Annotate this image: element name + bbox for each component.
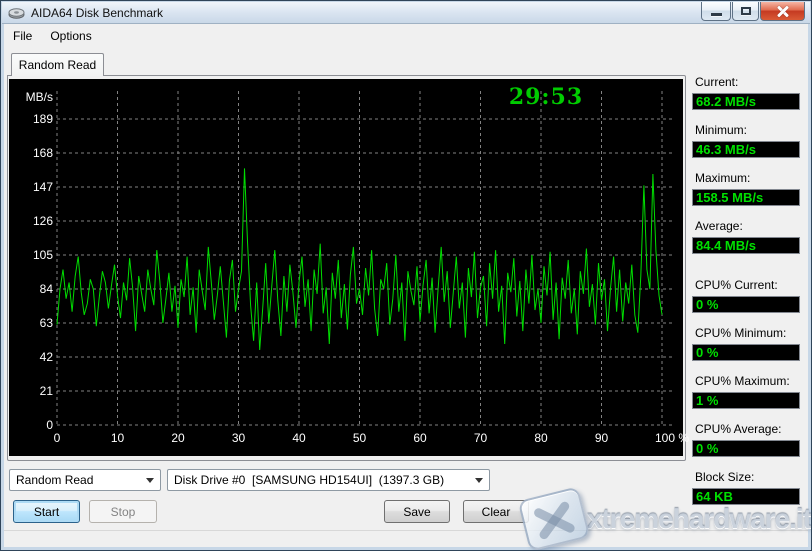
- chevron-down-icon: [146, 478, 154, 483]
- x-tick-label: 70: [451, 431, 511, 445]
- y-tick-label: 84: [9, 282, 53, 296]
- window-title: AIDA64 Disk Benchmark: [31, 6, 163, 20]
- y-tick-label: 126: [9, 214, 53, 228]
- stat-value-block-size: 64 KB: [692, 488, 800, 505]
- clear-button[interactable]: Clear: [463, 500, 529, 523]
- stat-label-cpu-maximum: CPU% Maximum:: [695, 374, 790, 388]
- y-tick-label: 21: [9, 384, 53, 398]
- stat-label-block-size: Block Size:: [695, 470, 754, 484]
- tab-label: Random Read: [19, 58, 96, 72]
- disk-drive-value: Disk Drive #0 [SAMSUNG HD154UI] (1397.3 …: [174, 473, 444, 487]
- x-tick-label: 90: [572, 431, 632, 445]
- tab-random-read[interactable]: Random Read: [11, 53, 104, 76]
- stat-label-average: Average:: [695, 219, 743, 233]
- y-tick-label: 105: [9, 248, 53, 262]
- x-tick-label: 0: [27, 431, 87, 445]
- stat-label-maximum: Maximum:: [695, 171, 750, 185]
- x-tick-label: 50: [330, 431, 390, 445]
- elapsed-time: 29:53: [501, 84, 591, 110]
- stat-value-cpu-minimum: 0 %: [692, 344, 800, 361]
- x-tick-label: 20: [148, 431, 208, 445]
- stat-label-cpu-minimum: CPU% Minimum:: [695, 326, 786, 340]
- benchmark-type-value: Random Read: [16, 473, 93, 487]
- titlebar[interactable]: AIDA64 Disk Benchmark: [2, 2, 810, 24]
- y-tick-label: 189: [9, 112, 53, 126]
- menubar: File Options: [4, 25, 808, 47]
- y-tick-label: 147: [9, 180, 53, 194]
- stat-label-cpu-current: CPU% Current:: [695, 278, 778, 292]
- x-tick-label: 60: [390, 431, 450, 445]
- stat-label-cpu-average: CPU% Average:: [695, 422, 782, 436]
- stat-value-average: 84.4 MB/s: [692, 237, 800, 254]
- start-button[interactable]: Start: [13, 500, 80, 523]
- x-tick-label: 40: [269, 431, 329, 445]
- x-tick-label: 10: [88, 431, 148, 445]
- y-tick-label: 168: [9, 146, 53, 160]
- disk-drive-select[interactable]: Disk Drive #0 [SAMSUNG HD154UI] (1397.3 …: [167, 469, 490, 491]
- menu-options[interactable]: Options: [41, 26, 100, 46]
- stat-value-cpu-maximum: 1 %: [692, 392, 800, 409]
- chart-svg: [9, 79, 683, 456]
- stop-button[interactable]: Stop: [89, 500, 157, 523]
- chevron-down-icon: [475, 478, 483, 483]
- y-tick-label: 42: [9, 350, 53, 364]
- stat-value-current: 68.2 MB/s: [692, 93, 800, 110]
- y-tick-label: 0: [9, 418, 53, 432]
- chart-canvas: 29:53 MB/s189168147126105846342210010203…: [9, 79, 683, 456]
- benchmark-type-select[interactable]: Random Read: [9, 469, 161, 491]
- stats-panel: Current: 68.2 MB/s Minimum: 46.3 MB/s Ma…: [692, 1, 802, 501]
- stat-label-minimum: Minimum:: [695, 123, 747, 137]
- stat-value-cpu-average: 0 %: [692, 440, 800, 457]
- menu-file[interactable]: File: [4, 26, 41, 46]
- stat-value-cpu-current: 0 %: [692, 296, 800, 313]
- aida64-disk-benchmark-window: AIDA64 Disk Benchmark File Options Rando…: [0, 0, 812, 551]
- save-button[interactable]: Save: [384, 500, 450, 523]
- stat-value-maximum: 158.5 MB/s: [692, 189, 800, 206]
- x-tick-label: 30: [209, 431, 269, 445]
- stat-value-minimum: 46.3 MB/s: [692, 141, 800, 158]
- y-axis-unit-label: MB/s: [9, 90, 53, 104]
- stat-label-current: Current:: [695, 75, 738, 89]
- disk-drive-icon: [8, 6, 25, 19]
- bottom-separator: [4, 530, 808, 531]
- x-tick-label: 80: [511, 431, 571, 445]
- y-tick-label: 63: [9, 316, 53, 330]
